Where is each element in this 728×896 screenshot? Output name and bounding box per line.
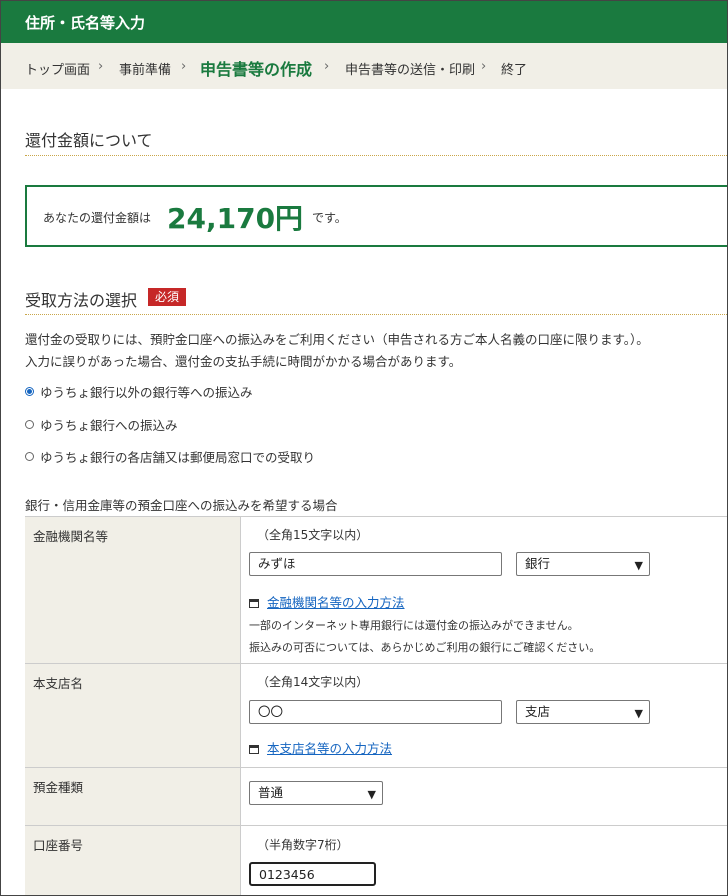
title-bar: 住所・氏名等入力 — [1, 1, 727, 43]
step-separator-icon: › — [324, 59, 330, 74]
branch-type-select[interactable]: 支店 ▼ — [516, 700, 650, 724]
step-send-print: 申告書等の送信・印刷 — [345, 63, 476, 78]
branch-name-input[interactable]: 〇〇 — [249, 700, 502, 724]
new-window-icon — [249, 744, 259, 754]
deposit-type-label: 預金種類 — [33, 780, 84, 795]
table-row-institution: 金融機関名等 （全角15文字以内） みずほ 銀行 ▼ 金融機関名等の入力方法 一… — [25, 517, 727, 664]
institution-type-value: 銀行 — [525, 556, 551, 571]
radio-post-office-pickup[interactable]: ゆうちょ銀行の各店舗又は郵便局窓口での受取り — [25, 447, 315, 466]
row-label-cell: 金融機関名等 — [25, 517, 241, 663]
method-heading: 受取方法の選択 — [25, 291, 138, 310]
branch-label: 本支店名 — [33, 676, 84, 691]
institution-note-2: 振込みの可否については、あらかじめご利用の銀行にご確認ください。 — [249, 641, 601, 654]
institution-note-1: 一部のインターネット専用銀行には還付金の振込みができません。 — [249, 619, 579, 632]
refund-prefix: あなたの還付金額は — [43, 211, 152, 225]
window-frame: 住所・氏名等入力 トップ画面 › 事前準備 › 申告書等の作成 › 申告書等の送… — [0, 0, 728, 896]
row-label-cell: 本支店名 — [25, 664, 241, 767]
radio-unchecked-icon[interactable] — [25, 452, 34, 461]
page-title: 住所・氏名等入力 — [25, 14, 146, 32]
radio-label: ゆうちょ銀行の各店舗又は郵便局窓口での受取り — [40, 450, 316, 465]
radio-checked-icon[interactable] — [25, 387, 34, 396]
step-separator-icon: › — [98, 59, 104, 74]
account-number-input[interactable]: 0123456 — [249, 862, 376, 886]
refund-amount: 24,170円 — [167, 202, 304, 235]
account-number-hint: （半角数字7桁） — [257, 838, 349, 852]
new-window-icon — [249, 598, 259, 608]
divider — [25, 314, 727, 315]
method-description-1: 還付金の受取りには、預貯金口座への振込みをご利用ください（申告される方ご本人名義… — [25, 332, 649, 347]
divider — [25, 155, 727, 156]
chevron-down-icon: ▼ — [367, 788, 376, 801]
table-row-branch: 本支店名 （全角14文字以内） 〇〇 支店 ▼ 本支店名等の入力方法 — [25, 664, 727, 768]
radio-yucho-transfer[interactable]: ゆうちょ銀行への振込み — [25, 415, 178, 434]
step-finish: 終了 — [501, 63, 528, 78]
branch-help-text[interactable]: 本支店名等の入力方法 — [267, 738, 392, 757]
institution-type-select[interactable]: 銀行 ▼ — [516, 552, 650, 576]
refund-suffix: です。 — [312, 211, 347, 225]
institution-label: 金融機関名等 — [33, 529, 109, 544]
step-breadcrumb: トップ画面 › 事前準備 › 申告書等の作成 › 申告書等の送信・印刷 › 終了 — [1, 43, 727, 89]
deposit-type-select[interactable]: 普通 ▼ — [249, 781, 383, 805]
branch-hint: （全角14文字以内） — [257, 675, 369, 689]
institution-name-input[interactable]: みずほ — [249, 552, 502, 576]
step-preparation: 事前準備 — [119, 63, 172, 78]
branch-type-value: 支店 — [525, 704, 551, 719]
step-separator-icon: › — [481, 59, 487, 74]
institution-help-link[interactable]: 金融機関名等の入力方法 — [249, 592, 405, 611]
radio-label: ゆうちょ銀行への振込み — [40, 418, 178, 433]
method-description-2: 入力に誤りがあった場合、還付金の支払手続に時間がかかる場合があります。 — [25, 354, 462, 369]
required-badge: 必須 — [148, 288, 187, 306]
institution-hint: （全角15文字以内） — [257, 528, 369, 542]
radio-unchecked-icon[interactable] — [25, 420, 34, 429]
step-top: トップ画面 — [25, 63, 91, 78]
row-label-cell: 口座番号 — [25, 826, 241, 895]
row-label-cell: 預金種類 — [25, 768, 241, 825]
table-row-deposit-type: 預金種類 普通 ▼ — [25, 768, 727, 826]
institution-help-text[interactable]: 金融機関名等の入力方法 — [267, 592, 405, 611]
step-separator-icon: › — [181, 59, 187, 74]
bank-form-table: 金融機関名等 （全角15文字以内） みずほ 銀行 ▼ 金融機関名等の入力方法 一… — [25, 516, 727, 895]
bank-form-caption: 銀行・信用金庫等の預金口座への振込みを希望する場合 — [25, 498, 338, 513]
deposit-type-value: 普通 — [258, 785, 284, 800]
radio-bank-transfer[interactable]: ゆうちょ銀行以外の銀行等への振込み — [25, 382, 253, 401]
branch-help-link[interactable]: 本支店名等の入力方法 — [249, 738, 392, 757]
chevron-down-icon: ▼ — [634, 559, 643, 572]
chevron-down-icon: ▼ — [634, 707, 643, 720]
radio-label: ゆうちょ銀行以外の銀行等への振込み — [40, 385, 253, 400]
account-number-label: 口座番号 — [33, 838, 84, 853]
table-row-account-number: 口座番号 （半角数字7桁） 0123456 — [25, 826, 727, 895]
refund-heading: 還付金額について — [25, 131, 153, 150]
refund-amount-box: あなたの還付金額は 24,170円 です。 — [25, 185, 727, 247]
step-current-create: 申告書等の作成 — [200, 60, 313, 79]
